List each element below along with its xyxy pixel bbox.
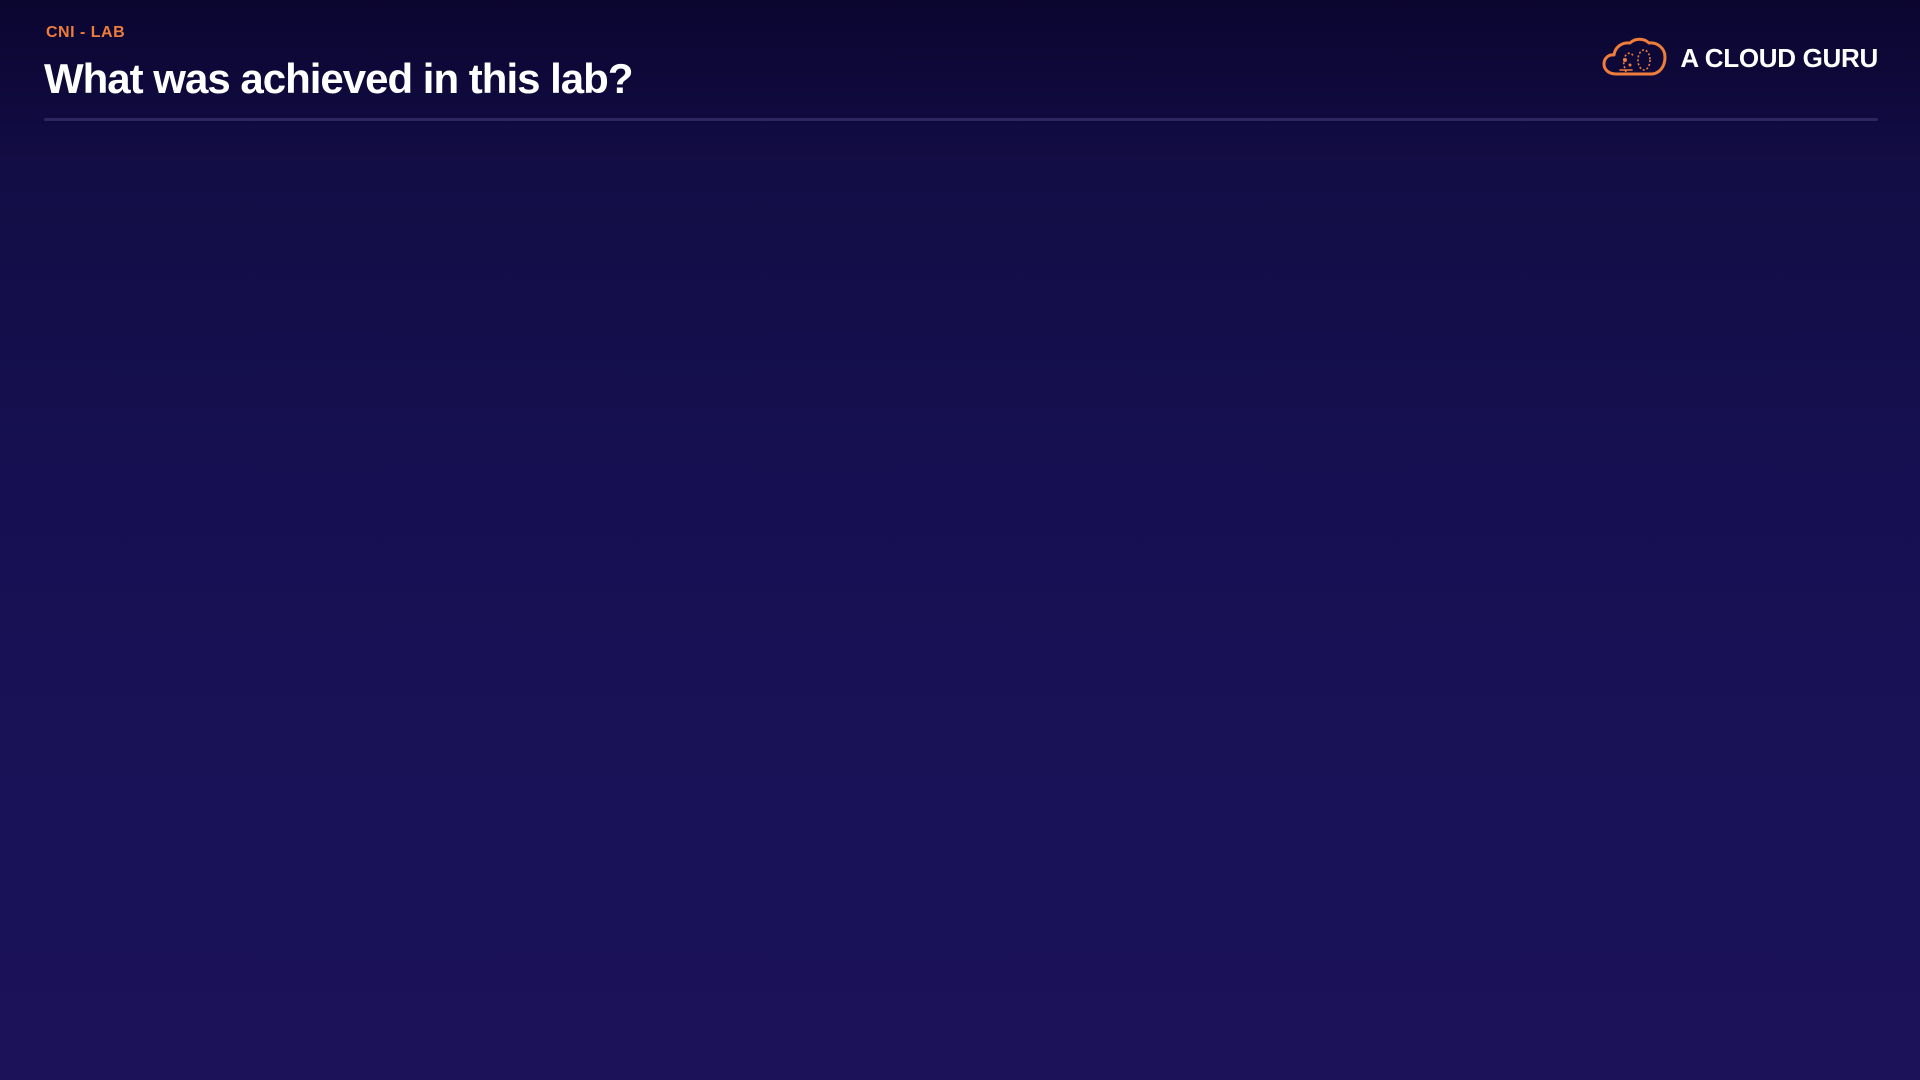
header-divider xyxy=(44,118,1878,121)
slide: CNI - LAB What was achieved in this lab?… xyxy=(0,0,1920,1080)
slide-content-area xyxy=(44,130,1878,1060)
cloud-guru-logo-icon xyxy=(1602,37,1667,76)
brand-name: A CLOUD GURU xyxy=(1680,42,1878,73)
slide-header: CNI - LAB What was achieved in this lab?… xyxy=(44,0,1878,123)
slide-title: What was achieved in this lab? xyxy=(44,55,633,102)
brand-logo: A CLOUD GURU xyxy=(1602,36,1878,80)
section-label: CNI - LAB xyxy=(46,24,126,41)
